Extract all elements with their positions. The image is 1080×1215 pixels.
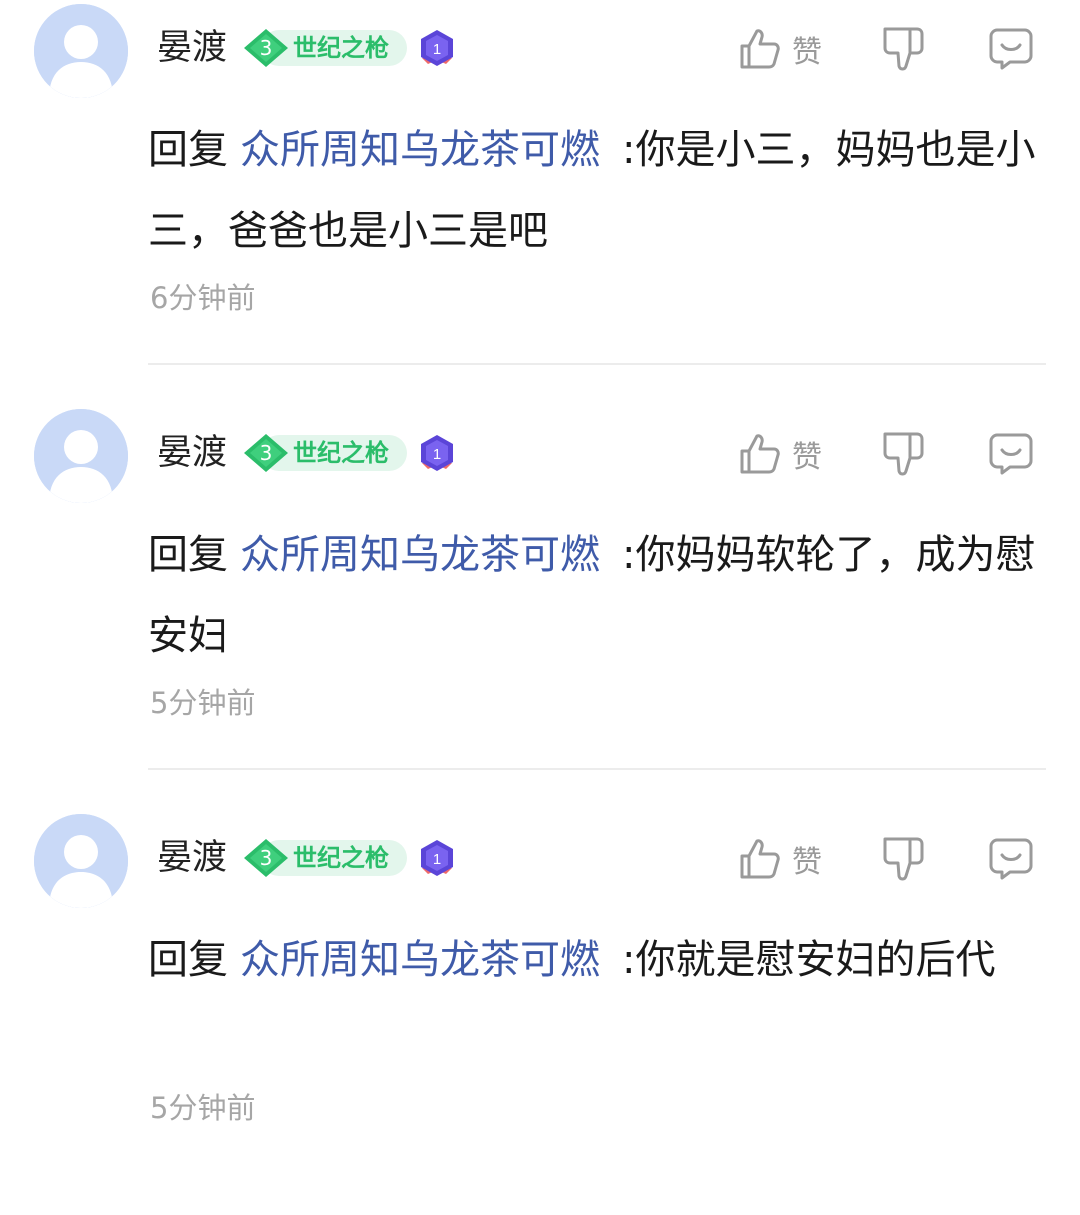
comment-item: 晏渡 3 世纪之枪 1 赞 [0, 0, 1080, 405]
timestamp: 5分钟前 [150, 686, 256, 720]
reply-prefix: 回复 [148, 127, 228, 173]
reply-bubble-icon [989, 433, 1033, 475]
timestamp: 6分钟前 [150, 281, 256, 315]
default-avatar-icon [34, 4, 128, 98]
reply-prefix: 回复 [148, 532, 228, 578]
divider [148, 363, 1046, 365]
medal-icon: 1 [421, 840, 453, 876]
comment-item: 晏渡 3 世纪之枪 1 赞 [0, 810, 1080, 1215]
level-title: 世纪之枪 [293, 844, 389, 872]
like-label: 赞 [792, 845, 822, 880]
medal-icon: 1 [421, 435, 453, 471]
avatar[interactable] [34, 4, 128, 98]
mention-link[interactable]: 众所周知乌龙茶可燃 [240, 127, 600, 173]
dislike-button[interactable] [880, 834, 926, 884]
reply-bubble-icon [989, 838, 1033, 880]
like-label: 赞 [792, 35, 822, 70]
reply-button[interactable] [988, 429, 1034, 479]
avatar[interactable] [34, 814, 128, 908]
comment-list: 晏渡 3 世纪之枪 1 赞 回复 众所周知乌龙茶可燃:你是小三，妈妈也是小三，… [0, 0, 1080, 1215]
divider [148, 768, 1046, 770]
fan-medal-badge[interactable]: 1 [416, 838, 458, 880]
thumbs-up-icon [740, 434, 780, 474]
level-badge[interactable]: 3 世纪之枪 [243, 433, 407, 473]
medal-icon: 1 [421, 30, 453, 66]
level-title: 世纪之枪 [293, 34, 389, 62]
reply-button[interactable] [988, 834, 1034, 884]
like-button[interactable]: 赞 [738, 24, 822, 74]
username[interactable]: 晏渡 [157, 431, 227, 475]
mention-link[interactable]: 众所周知乌龙茶可燃 [240, 532, 600, 578]
default-avatar-icon [34, 814, 128, 908]
thumbs-down-icon [883, 432, 924, 476]
comment-content: 回复 众所周知乌龙茶可燃 :你就是慰安妇的后代 [148, 920, 1040, 1001]
fan-medal-badge[interactable]: 1 [416, 28, 458, 70]
level-number: 3 [259, 441, 273, 465]
default-avatar-icon [34, 409, 128, 503]
avatar[interactable] [34, 409, 128, 503]
username[interactable]: 晏渡 [157, 26, 227, 70]
level-badge[interactable]: 3 世纪之枪 [243, 28, 407, 68]
medal-number: 1 [433, 851, 441, 868]
thumbs-up-icon [740, 29, 780, 69]
mention-link[interactable]: 众所周知乌龙茶可燃 [240, 937, 600, 983]
thumbs-up-icon [740, 839, 780, 879]
timestamp: 5分钟前 [150, 1091, 256, 1125]
level-number: 3 [259, 36, 273, 60]
reply-bubble-icon [989, 28, 1033, 70]
like-label: 赞 [792, 440, 822, 475]
level-badge[interactable]: 3 世纪之枪 [243, 838, 407, 878]
like-button[interactable]: 赞 [738, 429, 822, 479]
comment-item: 晏渡 3 世纪之枪 1 赞 [0, 405, 1080, 810]
thumbs-down-icon [883, 27, 924, 71]
reply-prefix: 回复 [148, 937, 228, 983]
like-button[interactable]: 赞 [738, 834, 822, 884]
username[interactable]: 晏渡 [157, 836, 227, 880]
medal-number: 1 [433, 41, 441, 58]
comment-content: 回复 众所周知乌龙茶可燃:你妈妈软轮了，成为慰安妇 [148, 515, 1040, 677]
fan-medal-badge[interactable]: 1 [416, 433, 458, 475]
level-number: 3 [259, 846, 273, 870]
medal-number: 1 [433, 446, 441, 463]
thumbs-down-icon [883, 837, 924, 881]
comment-content: 回复 众所周知乌龙茶可燃:你是小三，妈妈也是小三，爸爸也是小三是吧 [148, 110, 1040, 272]
comment-text: :你就是慰安妇的后代 [622, 937, 996, 983]
level-title: 世纪之枪 [293, 439, 389, 467]
dislike-button[interactable] [880, 24, 926, 74]
dislike-button[interactable] [880, 429, 926, 479]
reply-button[interactable] [988, 24, 1034, 74]
